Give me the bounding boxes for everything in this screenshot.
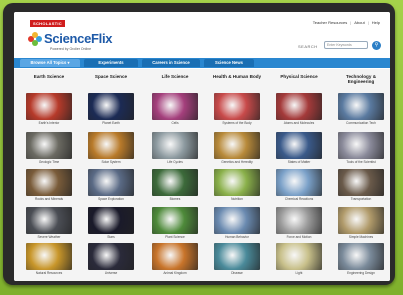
topic-thumbnail[interactable] [338, 169, 384, 196]
device-background: SCHOLASTIC ScienceFlix Powered by Grolie… [0, 0, 403, 295]
topic-caption[interactable]: Space Exploration [83, 197, 139, 201]
topic-caption[interactable]: States of Matter [271, 160, 327, 164]
logo-icon [28, 31, 42, 46]
brand-badge[interactable]: SCHOLASTIC [30, 20, 65, 27]
topic-thumbnail[interactable] [276, 243, 322, 270]
site-header: SCHOLASTIC ScienceFlix Powered by Grolie… [14, 12, 390, 56]
topic-thumbnail[interactable] [276, 93, 322, 120]
topic-caption[interactable]: Solar System [83, 160, 139, 164]
topic-thumbnail[interactable] [276, 207, 322, 234]
link-teacher-resources[interactable]: Teacher Resources [313, 20, 347, 25]
topic-thumbnail[interactable] [88, 169, 134, 196]
column-heading[interactable]: Technology & Engineering [333, 74, 389, 84]
logo-subtitle: Powered by Grolier Online [50, 47, 92, 51]
topic-thumbnail[interactable] [338, 132, 384, 159]
search-icon[interactable]: ⚲ [372, 41, 381, 50]
topic-caption[interactable]: Earth's Interior [21, 121, 77, 125]
search-label: SEARCH [298, 44, 318, 49]
topic-caption[interactable]: Transportation [333, 197, 389, 201]
topic-thumbnail[interactable] [276, 132, 322, 159]
topic-thumbnail[interactable] [88, 207, 134, 234]
topic-caption[interactable]: Biomes [147, 197, 203, 201]
topic-thumbnail[interactable] [26, 169, 72, 196]
topic-thumbnail[interactable] [26, 132, 72, 159]
topic-caption[interactable]: Human Behavior [209, 235, 265, 239]
topic-caption[interactable]: Genetics and Heredity [209, 160, 265, 164]
topic-caption[interactable]: Communication Tech [333, 121, 389, 125]
topic-thumbnail[interactable] [152, 132, 198, 159]
topic-caption[interactable]: Natural Resources [21, 271, 77, 275]
tab-label: Browse All Topics [30, 60, 67, 65]
topic-caption[interactable]: Severe Weather [21, 235, 77, 239]
topic-caption[interactable]: Tools of the Scientist [333, 160, 389, 164]
search-input[interactable]: Enter Keywords [324, 41, 368, 49]
topic-caption[interactable]: Force and Motion [271, 235, 327, 239]
topic-thumbnail[interactable] [214, 169, 260, 196]
app-screen: SCHOLASTIC ScienceFlix Powered by Grolie… [14, 12, 390, 281]
topic-thumbnail[interactable] [214, 207, 260, 234]
topic-thumbnail[interactable] [214, 132, 260, 159]
column-heading[interactable]: Space Science [83, 74, 139, 79]
topic-caption[interactable]: Cells [147, 121, 203, 125]
column-heading[interactable]: Life Science [147, 74, 203, 79]
topic-thumbnail[interactable] [88, 243, 134, 270]
topic-caption[interactable]: Animal Kingdom [147, 271, 203, 275]
column-heading[interactable]: Health & Human Body [209, 74, 265, 79]
tab-science-news[interactable]: Science News [204, 59, 254, 67]
topic-thumbnail[interactable] [88, 93, 134, 120]
tab-browse-all-topics[interactable]: Browse All Topics ▾ [20, 59, 80, 67]
tab-experiments[interactable]: Experiments [84, 59, 138, 67]
topic-thumbnail[interactable] [338, 243, 384, 270]
topic-caption[interactable]: Nutrition [209, 197, 265, 201]
link-separator: | [350, 20, 352, 25]
topic-caption[interactable]: Rocks and Minerals [21, 197, 77, 201]
logo-title: ScienceFlix [44, 31, 113, 46]
topic-caption[interactable]: Plant Science [147, 235, 203, 239]
link-separator: | [367, 20, 369, 25]
topic-caption[interactable]: Chemical Reactions [271, 197, 327, 201]
topic-caption[interactable]: Planet Earth [83, 121, 139, 125]
top-links: Teacher Resources | About | Help [313, 20, 380, 25]
topic-grid: Earth Science Earth's Interior Geologic Ti… [14, 69, 390, 281]
topic-thumbnail[interactable] [214, 243, 260, 270]
topic-thumbnail[interactable] [26, 93, 72, 120]
topic-thumbnail[interactable] [338, 93, 384, 120]
topic-caption[interactable]: Stars [83, 235, 139, 239]
column-heading[interactable]: Earth Science [21, 74, 77, 79]
chevron-down-icon: ▾ [67, 60, 70, 65]
column-heading[interactable]: Physical Science [271, 74, 327, 79]
topic-thumbnail[interactable] [26, 207, 72, 234]
topic-caption[interactable]: Simple Machines [333, 235, 389, 239]
topic-caption[interactable]: Life Cycles [147, 160, 203, 164]
topic-caption[interactable]: Engineering Design [333, 271, 389, 275]
topic-caption[interactable]: Systems of the Body [209, 121, 265, 125]
tab-careers-in-science[interactable]: Careers in Science [142, 59, 200, 67]
topic-thumbnail[interactable] [152, 207, 198, 234]
topic-thumbnail[interactable] [214, 93, 260, 120]
nav-bar: Browse All Topics ▾ Experiments Careers … [14, 58, 390, 68]
link-about[interactable]: About [354, 20, 364, 25]
topic-caption[interactable]: Disease [209, 271, 265, 275]
link-help[interactable]: Help [372, 20, 380, 25]
topic-thumbnail[interactable] [152, 169, 198, 196]
topic-thumbnail[interactable] [338, 207, 384, 234]
topic-caption[interactable]: Light [271, 271, 327, 275]
topic-caption[interactable]: Universe [83, 271, 139, 275]
site-logo[interactable]: ScienceFlix [28, 31, 113, 46]
topic-thumbnail[interactable] [152, 93, 198, 120]
topic-thumbnail[interactable] [26, 243, 72, 270]
topic-thumbnail[interactable] [152, 243, 198, 270]
topic-caption[interactable]: Atoms and Molecules [271, 121, 327, 125]
topic-thumbnail[interactable] [276, 169, 322, 196]
topic-caption[interactable]: Geologic Time [21, 160, 77, 164]
topic-thumbnail[interactable] [88, 132, 134, 159]
